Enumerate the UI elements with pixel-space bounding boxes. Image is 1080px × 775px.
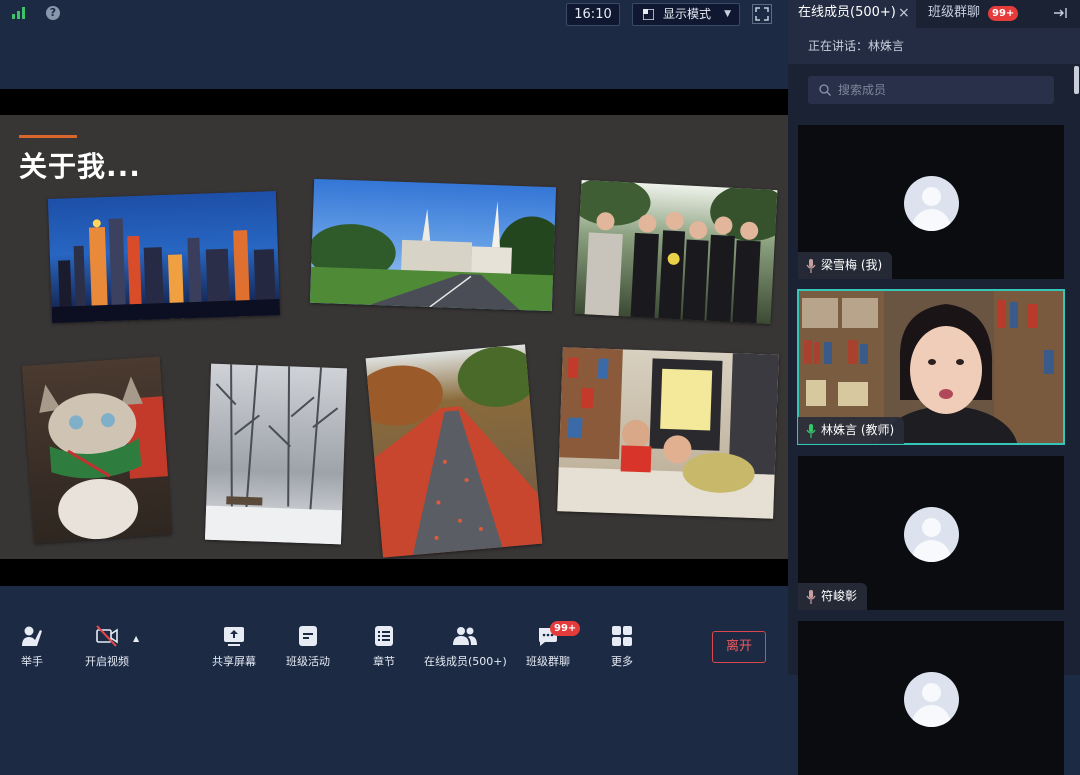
group-chat-unread-badge: 99+ [550, 621, 581, 636]
raise-hand-label: 举手 [21, 655, 43, 668]
video-options-caret-icon[interactable]: ▲ [133, 634, 139, 643]
default-avatar-icon [904, 507, 959, 562]
photo-snowy-forest [204, 363, 348, 545]
photo-autumn-path [365, 344, 543, 558]
tile-nameplate: 林姝言 (教师) [798, 417, 905, 444]
chapters-list-icon [375, 626, 393, 646]
close-icon[interactable]: × [898, 0, 910, 26]
tab-online-members[interactable]: 在线成员(500+) × [788, 0, 916, 28]
tab-online-members-label: 在线成员(500+) [798, 5, 896, 20]
chevron-down-icon: ▼ [724, 9, 731, 19]
mic-muted-icon [806, 589, 816, 604]
group-chat-label: 班级群聊 [526, 655, 570, 668]
chapters-label: 章节 [373, 655, 395, 668]
class-activity-label: 班级活动 [286, 655, 330, 668]
search-icon [819, 84, 831, 96]
share-screen-button[interactable]: 共享屏幕 [210, 625, 258, 675]
chat-unread-badge: 99+ [988, 6, 1019, 21]
member-search[interactable] [808, 76, 1054, 104]
start-video-label: 开启视频 [85, 655, 129, 668]
fullscreen-icon[interactable] [752, 4, 772, 24]
layout-icon [643, 9, 654, 20]
mic-muted-icon [806, 258, 816, 273]
photo-city-skyline [47, 191, 281, 323]
video-off-icon [96, 625, 118, 647]
mic-active-icon [806, 423, 816, 438]
help-icon[interactable]: ? [46, 6, 60, 20]
photo-cat [21, 356, 173, 544]
bottom-toolbar: 举手 开启视频 ▲ 共享屏幕 班级活动 章节 在线成员(500+) 班级群聊 9… [0, 615, 788, 675]
photo-classroom-kids [557, 347, 779, 519]
group-chat-button[interactable]: 班级群聊 99+ [524, 621, 581, 675]
now-speaking-label: 正在讲话：林姝言 [808, 39, 905, 53]
video-tile-self[interactable]: 梁雪梅 (我) [798, 125, 1064, 279]
tile-name: 符峻彰 [821, 589, 858, 603]
display-mode-label: 显示模式 [663, 7, 712, 21]
title-accent-line [19, 135, 77, 138]
grid-more-icon [612, 626, 632, 646]
class-activity-button[interactable]: 班级活动 [284, 625, 332, 675]
video-tile-student[interactable]: 符峻彰 [798, 456, 1064, 610]
slide-title: 关于我... [19, 150, 141, 183]
tab-group-chat-label: 班级群聊 [928, 5, 981, 20]
online-members-label: 在线成员(500+) [424, 655, 507, 668]
default-avatar-icon [904, 672, 959, 727]
tile-nameplate: 梁雪梅 (我) [798, 252, 893, 279]
member-panel: 在线成员(500+) × 班级群聊 99+ 正在讲话：林姝言 搜索成员 梁雪梅 … [788, 0, 1080, 775]
chapters-button[interactable]: 章节 [364, 625, 404, 675]
meeting-clock: 16:10 [566, 3, 620, 26]
presentation-slide: 关于我... [0, 115, 788, 559]
more-label: 更多 [611, 655, 633, 668]
default-avatar-icon [904, 176, 959, 231]
top-bar: ? 16:10 显示模式 ▼ [0, 0, 788, 28]
members-icon [453, 627, 477, 645]
video-tile-next[interactable] [798, 621, 1064, 775]
tab-group-chat[interactable]: 班级群聊 99+ [918, 0, 1019, 28]
more-button[interactable]: 更多 [604, 625, 640, 675]
video-tile-teacher[interactable]: 林姝言 (教师) [797, 289, 1065, 445]
collapse-panel-icon[interactable] [1053, 6, 1067, 20]
raise-hand-button[interactable]: 举手 [12, 625, 52, 675]
activity-icon [299, 626, 317, 646]
tile-name: 梁雪梅 (我) [821, 258, 883, 272]
tile-name: 林姝言 (教师) [821, 423, 895, 437]
online-members-button[interactable]: 在线成员(500+) [424, 625, 507, 675]
share-screen-icon [224, 627, 244, 646]
start-video-button[interactable]: 开启视频 [82, 625, 132, 675]
display-mode-dropdown[interactable]: 显示模式 ▼ [632, 3, 740, 26]
tile-nameplate: 符峻彰 [798, 583, 868, 610]
raise-hand-icon [22, 626, 42, 646]
search-input[interactable] [838, 76, 1038, 104]
panel-scrollbar[interactable] [1074, 66, 1079, 94]
photo-graduation-group [574, 179, 778, 325]
panel-tabs: 在线成员(500+) × 班级群聊 99+ [788, 0, 1080, 28]
share-screen-label: 共享屏幕 [212, 655, 256, 668]
now-speaking-bar: 正在讲话：林姝言 [788, 28, 1080, 64]
leave-button[interactable]: 离开 [712, 631, 766, 663]
photo-campus-chapel [309, 178, 557, 312]
signal-strength-icon [12, 7, 25, 19]
slide-stage: 关于我... [0, 89, 788, 586]
